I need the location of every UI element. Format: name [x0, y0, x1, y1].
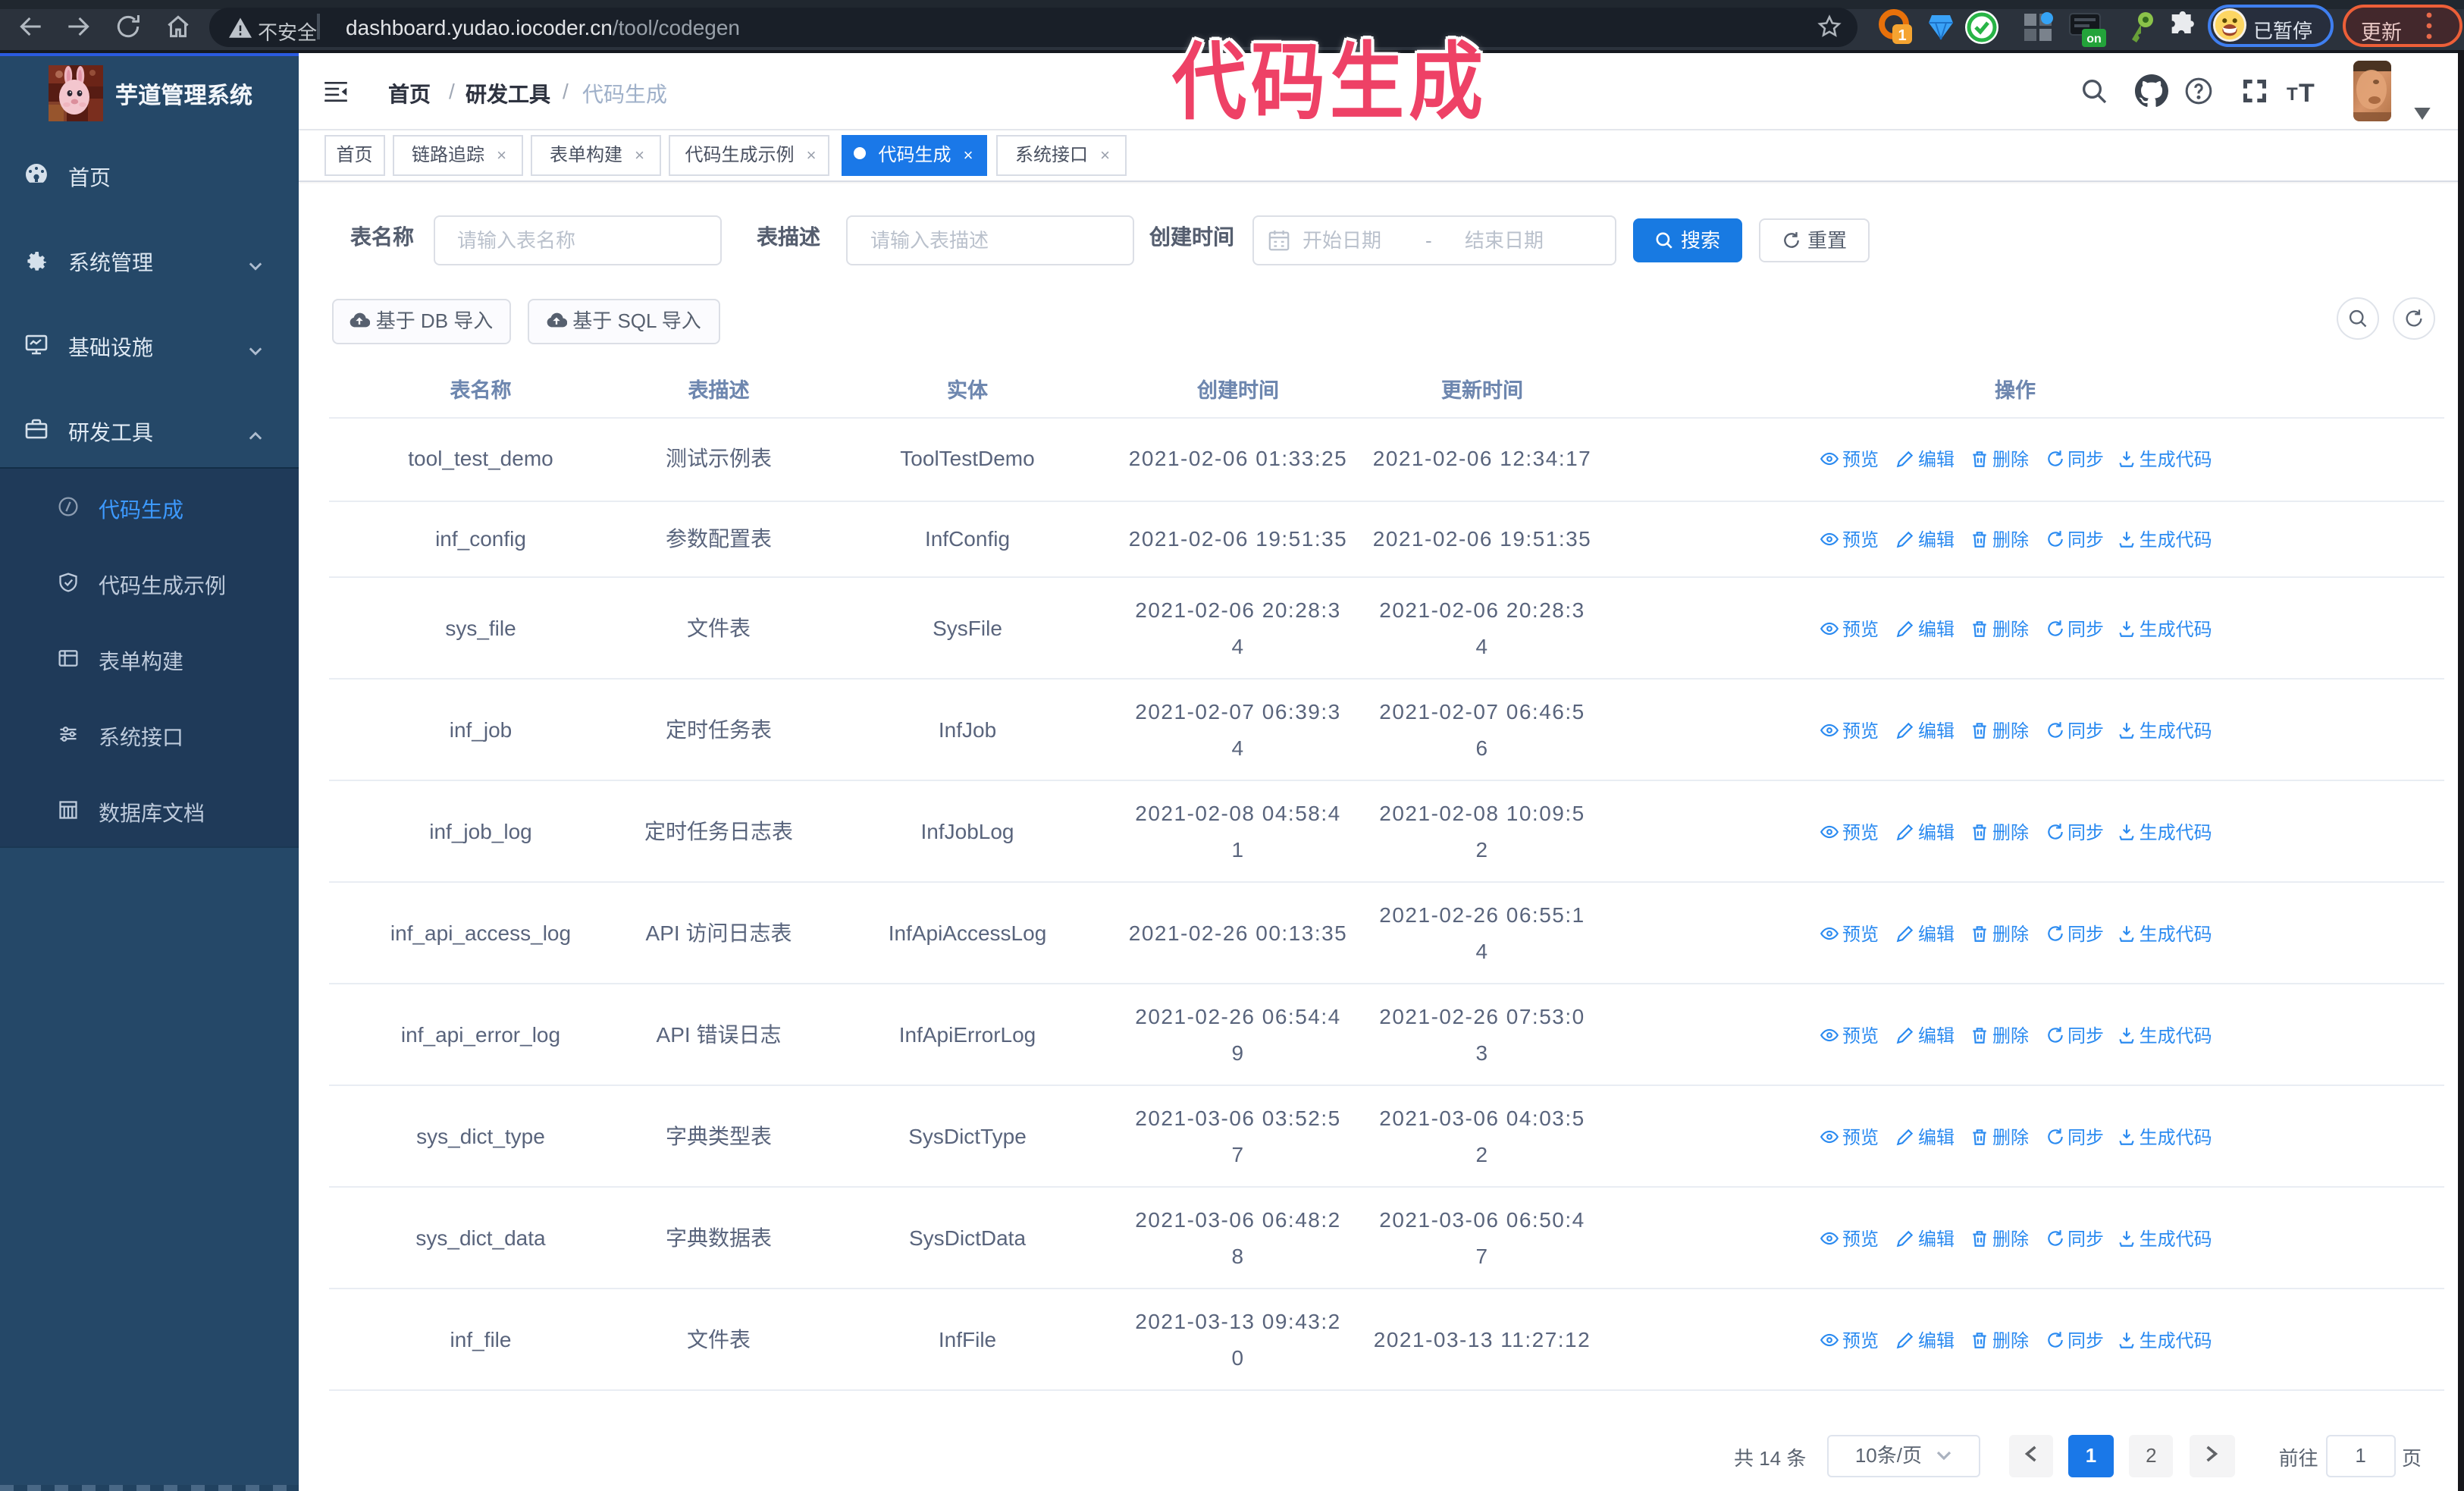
- svg-text:T: T: [2299, 79, 2315, 105]
- svg-text:1: 1: [1898, 27, 1906, 44]
- svg-text:on: on: [2086, 33, 2102, 46]
- svg-text:T: T: [2287, 84, 2298, 105]
